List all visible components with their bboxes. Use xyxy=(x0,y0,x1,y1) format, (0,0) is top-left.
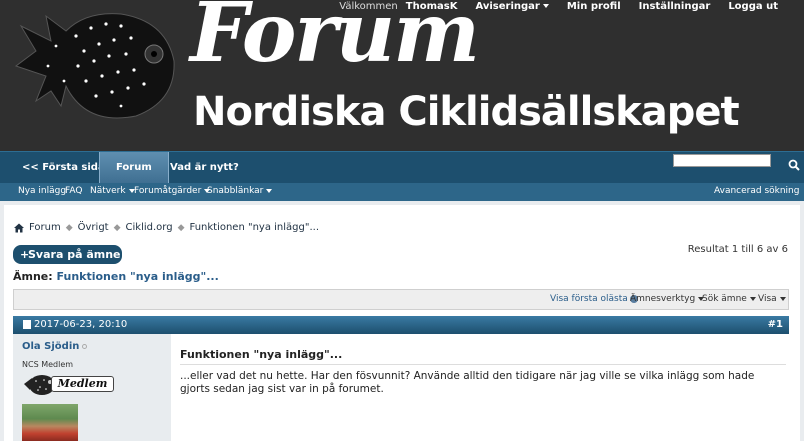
subnav-faq[interactable]: FAQ xyxy=(65,186,82,196)
main-nav: << Första sidan Forum Vad är nytt? xyxy=(0,151,804,183)
brand-subtitle: Nordiska Ciklidsällskapet xyxy=(193,89,740,135)
post-date: 2017-06-23, 20:10 xyxy=(23,319,127,330)
user-title: NCS Medlem xyxy=(22,360,74,369)
breadcrumb-ovrigt[interactable]: Övrigt xyxy=(78,222,109,233)
document-icon xyxy=(23,320,31,329)
chevron-down-icon xyxy=(779,296,786,301)
post-text: ...eller vad det nu hette. Har den fösvu… xyxy=(180,370,755,395)
results-count: Resultat 1 till 6 av 6 xyxy=(687,244,788,255)
rank-badge: Medlem xyxy=(51,376,114,392)
chevron-down-icon xyxy=(266,188,273,193)
main-content: Forum ◆ Övrigt ◆ Ciklid.org ◆ Funktionen… xyxy=(4,205,800,441)
home-icon[interactable] xyxy=(14,223,24,233)
post-date-text: 2017-06-23, 20:10 xyxy=(34,319,128,330)
thread-title: Ämne: Funktionen "nya inlägg"... xyxy=(13,270,219,283)
search-icon[interactable] xyxy=(788,159,800,171)
subnav-advanced-search[interactable]: Avancerad sökning xyxy=(714,186,799,196)
subnav-quick-links[interactable]: Snabblänkar xyxy=(207,186,273,196)
chevron-down-icon xyxy=(542,3,549,8)
user-links: Välkommen ThomasK Aviseringar Min profil… xyxy=(339,0,778,12)
nav-whats-new[interactable]: Vad är nytt? xyxy=(170,152,239,183)
breadcrumb-ciklid-org[interactable]: Ciklid.org xyxy=(126,222,173,233)
notifications-menu[interactable]: Aviseringar xyxy=(475,0,549,12)
post-header: 2017-06-23, 20:10 #1 xyxy=(13,316,789,334)
post-author[interactable]: Ola Sjödin xyxy=(22,341,88,352)
plus-icon: + xyxy=(20,248,30,261)
post-divider xyxy=(180,364,786,365)
thread-tools-label: Ämnesverktyg xyxy=(630,294,696,304)
thread-tools-bar: Visa första olästa Ämnesverktyg Sök ämne… xyxy=(13,289,789,310)
chevron-down-icon xyxy=(749,296,756,301)
first-unread-label: Visa första olästa xyxy=(550,294,628,304)
username-link[interactable]: ThomasK xyxy=(406,1,458,12)
breadcrumb-separator-icon: ◆ xyxy=(65,222,73,233)
search-thread-menu[interactable]: Sök ämne xyxy=(702,294,756,304)
breadcrumb-separator-icon: ◆ xyxy=(113,222,121,233)
reply-button-label: Svara på ämne xyxy=(28,248,121,261)
reply-button[interactable]: + Svara på ämne xyxy=(13,245,122,264)
thread-prefix: Ämne: xyxy=(13,270,53,283)
breadcrumb: Forum ◆ Övrigt ◆ Ciklid.org ◆ Funktionen… xyxy=(14,222,319,233)
breadcrumb-forum[interactable]: Forum xyxy=(29,222,61,233)
display-label: Visa xyxy=(758,294,777,304)
welcome-text: Välkommen xyxy=(339,0,398,12)
quick-links-label: Snabblänkar xyxy=(207,186,264,196)
forum-actions-label: Forumåtgärder xyxy=(134,186,202,196)
offline-status-icon xyxy=(82,343,88,349)
post-number[interactable]: #1 xyxy=(768,319,783,330)
breadcrumb-current: Funktionen "nya inlägg"... xyxy=(189,222,319,233)
fish-logo-icon xyxy=(14,13,175,119)
post-title: Funktionen "nya inlägg"... xyxy=(180,348,343,361)
logout-link[interactable]: Logga ut xyxy=(728,1,778,12)
display-menu[interactable]: Visa xyxy=(758,294,786,304)
settings-link[interactable]: Inställningar xyxy=(639,1,711,12)
thread-tools-menu[interactable]: Ämnesverktyg xyxy=(630,294,705,304)
post-author-name: Ola Sjödin xyxy=(22,341,80,352)
sub-nav: Nya inlägg FAQ Nätverk Forumåtgärder Sna… xyxy=(0,183,804,201)
search-input[interactable] xyxy=(673,154,771,167)
site-header: Forum Nordiska Ciklidsällskapet Välkomme… xyxy=(0,0,804,151)
nav-forum[interactable]: Forum xyxy=(99,152,169,183)
breadcrumb-separator-icon: ◆ xyxy=(177,222,185,233)
avatar[interactable] xyxy=(22,404,78,441)
first-unread-link[interactable]: Visa första olästa xyxy=(550,294,638,304)
post-body: Funktionen "nya inlägg"... ...eller vad … xyxy=(171,334,789,441)
user-info: Ola Sjödin NCS Medlem Medlem xyxy=(13,334,171,441)
subnav-forum-actions[interactable]: Forumåtgärder xyxy=(134,186,211,196)
search-thread-label: Sök ämne xyxy=(702,294,747,304)
subnav-new-posts[interactable]: Nya inlägg xyxy=(18,186,66,196)
thread-title-link[interactable]: Funktionen "nya inlägg"... xyxy=(57,270,219,283)
notifications-label: Aviseringar xyxy=(475,0,540,12)
profile-link[interactable]: Min profil xyxy=(567,1,621,12)
network-label: Nätverk xyxy=(90,186,126,196)
subnav-network[interactable]: Nätverk xyxy=(90,186,135,196)
